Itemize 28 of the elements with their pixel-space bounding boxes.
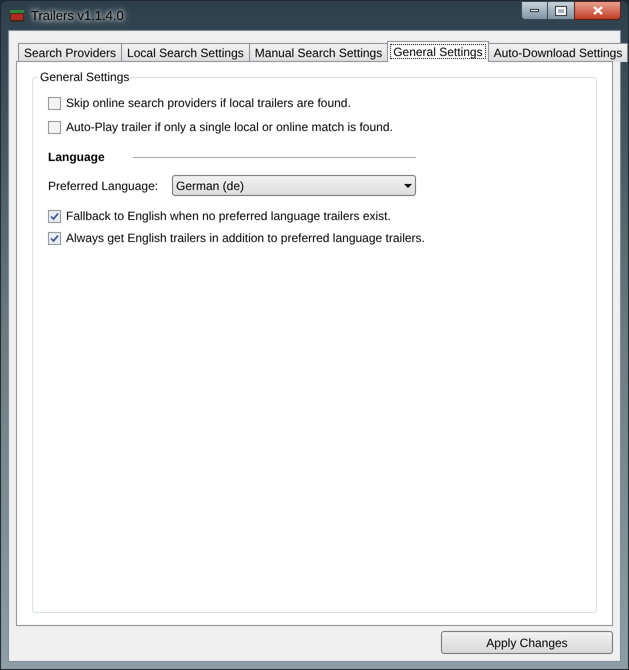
- checkmark-icon: [50, 212, 59, 220]
- checkbox[interactable]: [48, 96, 61, 110]
- checkbox-label: Always get English trailers in addition to preferred language trailers.: [66, 230, 425, 247]
- maximize-icon: [556, 6, 566, 14]
- minimize-button[interactable]: [521, 1, 548, 20]
- close-button[interactable]: [574, 1, 621, 20]
- checkmark-icon: [50, 234, 59, 242]
- caret-icon: [404, 184, 412, 188]
- minimize-icon: [530, 9, 539, 12]
- group-title: General Settings: [38, 70, 132, 84]
- apply-changes-button[interactable]: Apply Changes: [441, 631, 613, 654]
- checkbox[interactable]: [48, 120, 61, 134]
- tab[interactable]: Manual Search Settings: [248, 43, 388, 62]
- language-dropdown[interactable]: German (de): [172, 175, 416, 196]
- checkbox[interactable]: [48, 210, 61, 222]
- checkbox-label: Skip online search providers if local trailers are found.: [66, 95, 351, 112]
- checkbox-label: Fallback to English when no preferred language trailers exist.: [66, 208, 391, 225]
- tab[interactable]: Auto-Download Settings: [488, 43, 628, 62]
- tab[interactable]: Local Search Settings: [121, 43, 250, 62]
- checkbox[interactable]: [48, 232, 61, 244]
- window-title: Trailers v1.1.4.0: [31, 6, 124, 25]
- tab[interactable]: Search Providers: [18, 43, 122, 62]
- checkbox-label: Auto-Play trailer if only a single local or online match is found.: [66, 119, 393, 136]
- maximize-button[interactable]: [548, 1, 574, 20]
- field-label: Preferred Language:: [48, 178, 160, 194]
- tab[interactable]: General Settings: [387, 41, 489, 62]
- section-heading: Language: [48, 149, 105, 166]
- close-icon: [592, 6, 602, 15]
